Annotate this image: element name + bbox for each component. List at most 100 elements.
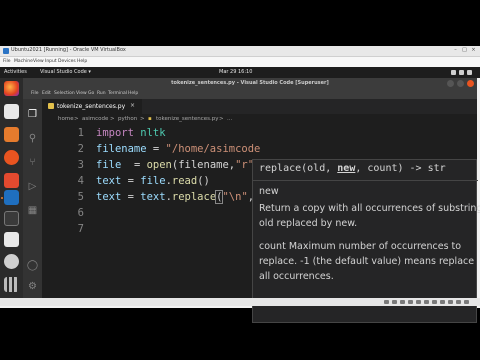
- line-number: 1: [77, 127, 84, 139]
- line-number: 5: [77, 191, 84, 203]
- editor-tabs: tokenize_sentences.py ×: [42, 99, 477, 114]
- breadcrumb-file-icon: ▪: [148, 116, 152, 122]
- disc-icon[interactable]: [4, 254, 19, 269]
- menu-view[interactable]: View: [76, 91, 87, 96]
- code-token: (): [197, 175, 210, 187]
- audio-icon[interactable]: [400, 300, 405, 304]
- software-icon[interactable]: [4, 173, 19, 188]
- vscode-close-icon[interactable]: [467, 80, 474, 87]
- files-icon[interactable]: [4, 127, 19, 142]
- vbox-menu-help[interactable]: Help: [77, 59, 87, 64]
- menu-terminal[interactable]: Terminal: [108, 91, 127, 96]
- vbox-menu-file[interactable]: File: [3, 59, 11, 64]
- cpu-icon[interactable]: [448, 300, 453, 304]
- keyboard-icon[interactable]: [464, 300, 469, 304]
- breadcrumb-sep: >: [219, 116, 224, 122]
- text-editor-icon[interactable]: [4, 232, 19, 247]
- doc-text: all occurrences.: [259, 271, 334, 282]
- breadcrumb-home[interactable]: home: [58, 116, 74, 122]
- mouse-integration-icon[interactable]: [456, 300, 461, 304]
- code-token: =: [146, 143, 166, 155]
- terminal-icon[interactable]: [4, 211, 19, 226]
- vscode-minimize-icon[interactable]: [447, 80, 454, 87]
- divider: [253, 180, 478, 181]
- virtualbox-window: Ubuntu2021 [Running] - Oracle VM Virtual…: [0, 46, 480, 323]
- menu-run[interactable]: Run: [97, 91, 106, 96]
- run-debug-icon[interactable]: ▷: [26, 180, 39, 193]
- menu-edit[interactable]: Edit: [42, 91, 51, 96]
- line-number: 7: [77, 223, 84, 235]
- ubuntu-dock: [0, 78, 23, 298]
- settings-gear-icon[interactable]: ⚙: [26, 280, 39, 293]
- code-token: filename: [96, 143, 147, 155]
- usb-icon[interactable]: [416, 300, 421, 304]
- menu-help[interactable]: Help: [128, 91, 138, 96]
- recording-icon[interactable]: [440, 300, 445, 304]
- vscode-menu-bar: File Edit Selection View Go Run Terminal…: [23, 89, 477, 99]
- code-token: nltk: [133, 127, 166, 139]
- source-control-icon[interactable]: ⑂: [26, 156, 39, 169]
- vbox-menu-devices[interactable]: Devices: [58, 59, 76, 64]
- vbox-menu-input[interactable]: Input: [45, 59, 57, 64]
- breadcrumb-asimcode[interactable]: asimcode: [82, 116, 108, 122]
- search-icon[interactable]: ⚲: [26, 132, 39, 145]
- app-menu[interactable]: Visual Studio Code ▾: [40, 69, 91, 75]
- code-token: =: [121, 191, 141, 203]
- breadcrumb-python[interactable]: python: [118, 116, 137, 122]
- vscode-icon[interactable]: [4, 190, 19, 205]
- code-line-5: text = text.replace("\n",: [96, 190, 254, 204]
- code-token: "/home/asimcode: [165, 143, 261, 155]
- breadcrumb-sep: >: [140, 116, 145, 122]
- signature: replace(old, new, count) -> str: [259, 163, 446, 174]
- activities-button[interactable]: Activities: [4, 69, 27, 75]
- ubuntu-top-bar: Activities Visual Studio Code ▾ Mar 29 1…: [0, 67, 480, 78]
- vscode-maximize-icon[interactable]: [457, 80, 464, 87]
- extensions-icon[interactable]: ▦: [26, 204, 39, 217]
- clock[interactable]: Mar 29 16:10: [219, 69, 252, 75]
- help-icon[interactable]: [4, 150, 19, 165]
- maximize-icon[interactable]: □: [461, 47, 468, 54]
- vbox-menu-machine[interactable]: Machine: [14, 59, 33, 64]
- hdd-icon[interactable]: [384, 300, 389, 304]
- doc-text: old replaced by new.: [259, 218, 358, 229]
- activity-bar: ❐ ⚲ ⑂ ▷ ▦ ◯ ⚙: [23, 99, 42, 298]
- code-token: text: [96, 191, 122, 203]
- show-apps-icon[interactable]: [4, 277, 19, 292]
- breadcrumb-ellipsis[interactable]: ...: [227, 116, 232, 122]
- menu-file[interactable]: File: [31, 91, 39, 96]
- code-token: replace: [171, 191, 217, 203]
- virtualbox-title-bar: Ubuntu2021 [Running] - Oracle VM Virtual…: [0, 46, 480, 57]
- explorer-icon[interactable]: ❐: [26, 108, 39, 121]
- vbox-menu-view[interactable]: View: [33, 59, 44, 64]
- doc-text: count Maximum number of occurrences to: [259, 241, 462, 252]
- breadcrumb-file[interactable]: tokenize_sentences.py: [156, 116, 218, 122]
- tab-tokenize-sentences[interactable]: tokenize_sentences.py ×: [42, 99, 142, 114]
- tab-close-icon[interactable]: ×: [130, 102, 135, 109]
- close-icon[interactable]: ×: [470, 47, 477, 54]
- breadcrumb-sep: >: [110, 116, 115, 122]
- mail-icon[interactable]: [4, 104, 19, 119]
- code-token: text: [140, 191, 166, 203]
- code-token: text: [96, 175, 122, 187]
- account-icon[interactable]: ◯: [26, 259, 39, 272]
- menu-selection[interactable]: Selection: [54, 91, 75, 96]
- line-number: 4: [77, 175, 84, 187]
- display-icon[interactable]: [432, 300, 437, 304]
- firefox-icon[interactable]: [4, 81, 19, 96]
- shared-folder-icon[interactable]: [424, 300, 429, 304]
- network-icon[interactable]: [451, 70, 456, 75]
- code-token: (filename,: [171, 159, 236, 171]
- screen: Ubuntu2021 [Running] - Oracle VM Virtual…: [0, 0, 480, 360]
- minimize-icon[interactable]: –: [452, 47, 459, 54]
- code-token: file: [140, 175, 166, 187]
- volume-icon[interactable]: [459, 70, 464, 75]
- power-icon[interactable]: [467, 70, 472, 75]
- line-number: 3: [77, 159, 84, 171]
- network-adapter-icon[interactable]: [408, 300, 413, 304]
- running-indicator: [1, 197, 3, 199]
- menu-go[interactable]: Go: [88, 91, 94, 96]
- optical-drive-icon[interactable]: [392, 300, 397, 304]
- breadcrumb-sep: >: [74, 116, 79, 122]
- vscode-window: tokenize_sentences.py - Visual Studio Co…: [23, 78, 480, 323]
- code-token: =: [121, 159, 147, 171]
